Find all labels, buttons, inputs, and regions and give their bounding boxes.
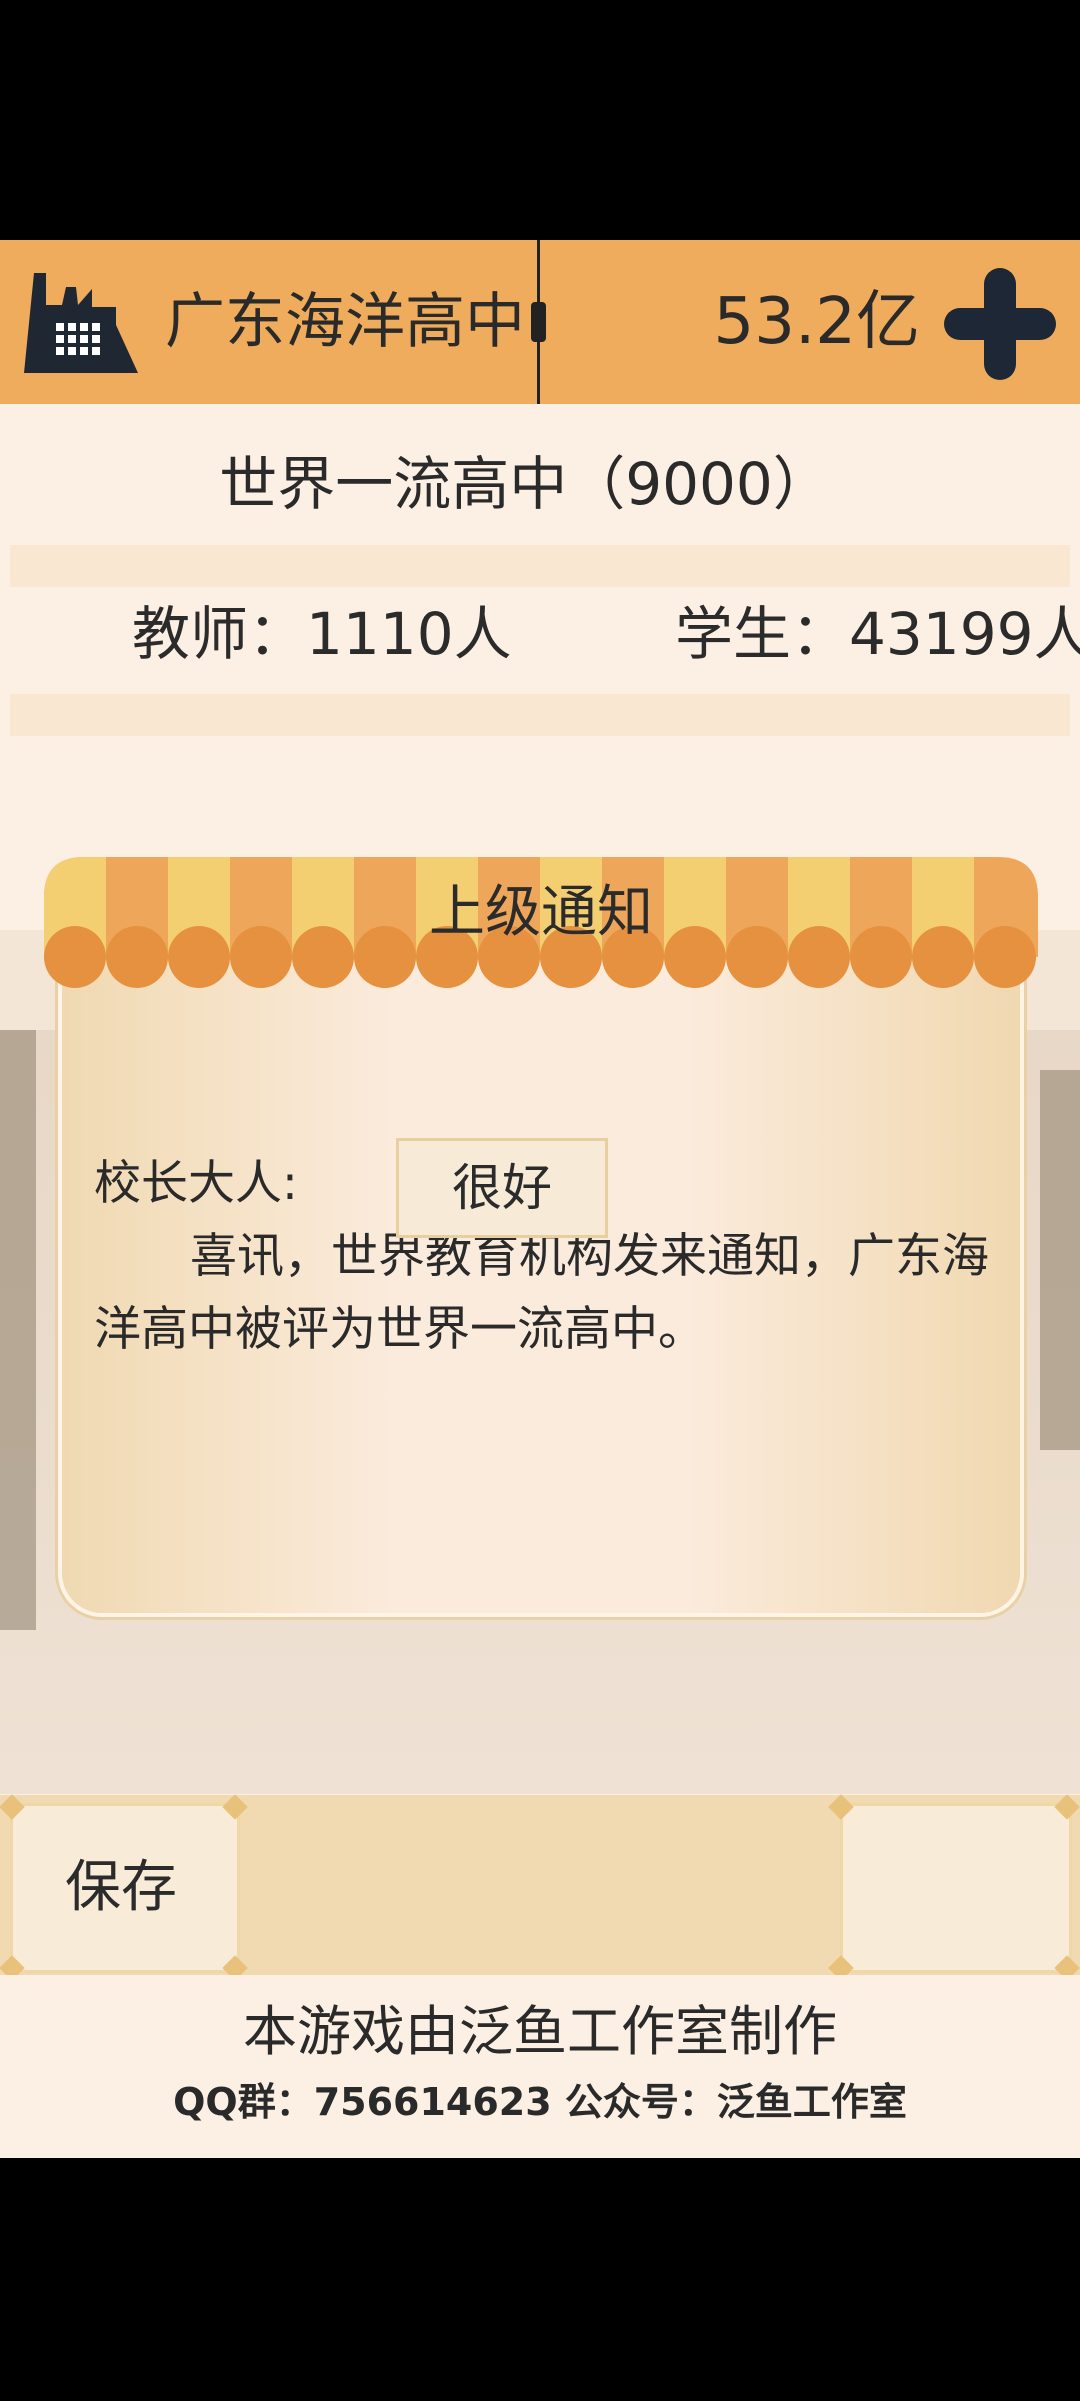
top-bar: 广东海洋高中 53.2亿 <box>0 240 1080 404</box>
student-count: 学生：43199人 <box>675 600 1080 668</box>
info-stripe <box>10 694 1070 736</box>
school-building-icon[interactable] <box>20 265 142 375</box>
footer: 本游戏由泛鱼工作室制作 QQ群：756614623 公众号：泛鱼工作室 <box>0 1975 1080 2158</box>
school-info-panel: 世界一流高中（9000） 教师：1110人 学生：43199人 <box>0 404 1080 849</box>
dialog-title: 上级通知 <box>429 880 653 945</box>
bottom-toolbar: 保存 <box>0 1794 1080 1981</box>
school-name: 广东海洋高中 <box>165 287 525 357</box>
money-amount: 53.2亿 <box>713 285 921 359</box>
school-level: 世界一流高中（9000） <box>219 450 831 518</box>
info-stripe <box>10 545 1070 587</box>
add-money-button[interactable] <box>944 268 1056 380</box>
game-screen: 广东海洋高中 53.2亿 世界一流高中（9000） 教师：1110人 学生：43… <box>0 240 1080 2158</box>
notice-message: 喜讯，世界教育机构发来通知，广东海洋高中被评为世界一流高中。 <box>94 1229 989 1357</box>
teacher-count: 教师：1110人 <box>132 600 512 668</box>
save-button[interactable]: 保存 <box>10 1803 240 1973</box>
empty-button[interactable] <box>840 1803 1072 1973</box>
contact-info: QQ群：756614623 公众号：泛鱼工作室 <box>173 2080 907 2124</box>
ok-button[interactable]: 很好 <box>396 1138 608 1238</box>
studio-credit: 本游戏由泛鱼工作室制作 <box>243 2000 837 2063</box>
divider-handle <box>531 302 546 342</box>
